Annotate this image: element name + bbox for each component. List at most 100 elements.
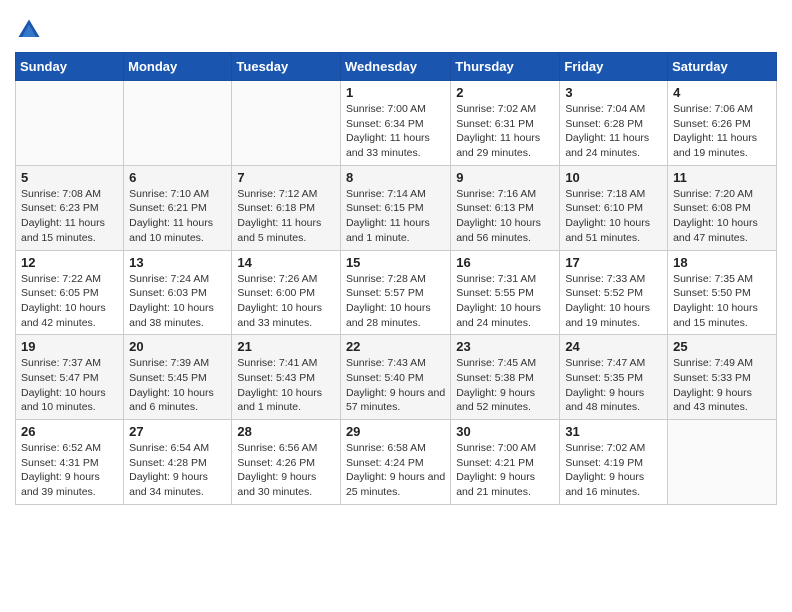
day-number: 30 <box>456 424 554 439</box>
day-number: 22 <box>346 339 445 354</box>
day-number: 8 <box>346 170 445 185</box>
day-info: Sunrise: 7:22 AM Sunset: 6:05 PM Dayligh… <box>21 272 118 331</box>
calendar-cell: 6 Sunrise: 7:10 AM Sunset: 6:21 PM Daylig… <box>124 165 232 250</box>
day-info: Sunrise: 7:28 AM Sunset: 5:57 PM Dayligh… <box>346 272 445 331</box>
logo-icon <box>15 16 43 44</box>
week-row-1: 1 Sunrise: 7:00 AM Sunset: 6:34 PM Daylig… <box>16 81 777 166</box>
day-info: Sunrise: 7:00 AM Sunset: 6:34 PM Dayligh… <box>346 102 445 161</box>
calendar-cell <box>16 81 124 166</box>
day-number: 6 <box>129 170 226 185</box>
day-info: Sunrise: 7:10 AM Sunset: 6:21 PM Dayligh… <box>129 187 226 246</box>
day-number: 17 <box>565 255 662 270</box>
calendar-cell: 25Sunrise: 7:49 AM Sunset: 5:33 PM Dayli… <box>668 335 777 420</box>
calendar-cell: 28Sunrise: 6:56 AM Sunset: 4:26 PM Dayli… <box>232 420 341 505</box>
day-info: Sunrise: 7:16 AM Sunset: 6:13 PM Dayligh… <box>456 187 554 246</box>
day-info: Sunrise: 7:00 AM Sunset: 4:21 PM Dayligh… <box>456 441 554 500</box>
calendar-cell: 27Sunrise: 6:54 AM Sunset: 4:28 PM Dayli… <box>124 420 232 505</box>
day-number: 14 <box>237 255 335 270</box>
day-number: 11 <box>673 170 771 185</box>
calendar-cell <box>124 81 232 166</box>
day-header-saturday: Saturday <box>668 53 777 81</box>
calendar-cell: 10 Sunrise: 7:18 AM Sunset: 6:10 PM Dayli… <box>560 165 668 250</box>
calendar-cell: 1 Sunrise: 7:00 AM Sunset: 6:34 PM Daylig… <box>340 81 450 166</box>
day-number: 26 <box>21 424 118 439</box>
day-number: 1 <box>346 85 445 100</box>
calendar-cell: 15 Sunrise: 7:28 AM Sunset: 5:57 PM Dayli… <box>340 250 450 335</box>
day-info: Sunrise: 7:45 AM Sunset: 5:38 PM Dayligh… <box>456 356 554 415</box>
day-number: 24 <box>565 339 662 354</box>
calendar-cell: 5 Sunrise: 7:08 AM Sunset: 6:23 PM Daylig… <box>16 165 124 250</box>
calendar-cell: 22 Sunrise: 7:43 AM Sunset: 5:40 PM Dayli… <box>340 335 450 420</box>
day-number: 12 <box>21 255 118 270</box>
day-number: 3 <box>565 85 662 100</box>
week-row-3: 12 Sunrise: 7:22 AM Sunset: 6:05 PM Dayli… <box>16 250 777 335</box>
calendar-cell: 30 Sunrise: 7:00 AM Sunset: 4:21 PM Dayli… <box>451 420 560 505</box>
day-info: Sunrise: 6:58 AM Sunset: 4:24 PM Dayligh… <box>346 441 445 500</box>
day-info: Sunrise: 7:35 AM Sunset: 5:50 PM Dayligh… <box>673 272 771 331</box>
calendar-cell: 13 Sunrise: 7:24 AM Sunset: 6:03 PM Dayli… <box>124 250 232 335</box>
calendar-cell: 8 Sunrise: 7:14 AM Sunset: 6:15 PM Daylig… <box>340 165 450 250</box>
calendar-cell: 18 Sunrise: 7:35 AM Sunset: 5:50 PM Dayli… <box>668 250 777 335</box>
week-row-4: 19Sunrise: 7:37 AM Sunset: 5:47 PM Dayli… <box>16 335 777 420</box>
day-info: Sunrise: 7:12 AM Sunset: 6:18 PM Dayligh… <box>237 187 335 246</box>
day-number: 10 <box>565 170 662 185</box>
day-number: 31 <box>565 424 662 439</box>
week-row-5: 26Sunrise: 6:52 AM Sunset: 4:31 PM Dayli… <box>16 420 777 505</box>
day-info: Sunrise: 6:56 AM Sunset: 4:26 PM Dayligh… <box>237 441 335 500</box>
calendar-cell: 24 Sunrise: 7:47 AM Sunset: 5:35 PM Dayli… <box>560 335 668 420</box>
day-info: Sunrise: 7:02 AM Sunset: 6:31 PM Dayligh… <box>456 102 554 161</box>
day-info: Sunrise: 7:24 AM Sunset: 6:03 PM Dayligh… <box>129 272 226 331</box>
day-header-tuesday: Tuesday <box>232 53 341 81</box>
day-number: 29 <box>346 424 445 439</box>
day-info: Sunrise: 7:41 AM Sunset: 5:43 PM Dayligh… <box>237 356 335 415</box>
day-info: Sunrise: 7:18 AM Sunset: 6:10 PM Dayligh… <box>565 187 662 246</box>
day-info: Sunrise: 7:33 AM Sunset: 5:52 PM Dayligh… <box>565 272 662 331</box>
day-info: Sunrise: 7:04 AM Sunset: 6:28 PM Dayligh… <box>565 102 662 161</box>
day-number: 23 <box>456 339 554 354</box>
day-number: 18 <box>673 255 771 270</box>
calendar-cell: 7Sunrise: 7:12 AM Sunset: 6:18 PM Daylig… <box>232 165 341 250</box>
day-info: Sunrise: 7:08 AM Sunset: 6:23 PM Dayligh… <box>21 187 118 246</box>
day-info: Sunrise: 7:06 AM Sunset: 6:26 PM Dayligh… <box>673 102 771 161</box>
day-info: Sunrise: 7:14 AM Sunset: 6:15 PM Dayligh… <box>346 187 445 246</box>
calendar-cell <box>668 420 777 505</box>
day-info: Sunrise: 7:39 AM Sunset: 5:45 PM Dayligh… <box>129 356 226 415</box>
day-info: Sunrise: 7:31 AM Sunset: 5:55 PM Dayligh… <box>456 272 554 331</box>
calendar-cell <box>232 81 341 166</box>
day-number: 19 <box>21 339 118 354</box>
day-info: Sunrise: 7:49 AM Sunset: 5:33 PM Dayligh… <box>673 356 771 415</box>
calendar-cell: 14 Sunrise: 7:26 AM Sunset: 6:00 PM Dayli… <box>232 250 341 335</box>
day-info: Sunrise: 7:02 AM Sunset: 4:19 PM Dayligh… <box>565 441 662 500</box>
day-header-thursday: Thursday <box>451 53 560 81</box>
calendar-cell: 17 Sunrise: 7:33 AM Sunset: 5:52 PM Dayli… <box>560 250 668 335</box>
calendar-cell: 16Sunrise: 7:31 AM Sunset: 5:55 PM Dayli… <box>451 250 560 335</box>
logo <box>15 16 45 44</box>
header <box>15 10 777 44</box>
day-info: Sunrise: 6:54 AM Sunset: 4:28 PM Dayligh… <box>129 441 226 500</box>
day-number: 13 <box>129 255 226 270</box>
page: SundayMondayTuesdayWednesdayThursdayFrid… <box>0 0 792 612</box>
days-header-row: SundayMondayTuesdayWednesdayThursdayFrid… <box>16 53 777 81</box>
day-info: Sunrise: 7:47 AM Sunset: 5:35 PM Dayligh… <box>565 356 662 415</box>
day-number: 9 <box>456 170 554 185</box>
calendar-cell: 21 Sunrise: 7:41 AM Sunset: 5:43 PM Dayli… <box>232 335 341 420</box>
calendar-cell: 23 Sunrise: 7:45 AM Sunset: 5:38 PM Dayli… <box>451 335 560 420</box>
calendar-cell: 11Sunrise: 7:20 AM Sunset: 6:08 PM Dayli… <box>668 165 777 250</box>
day-number: 5 <box>21 170 118 185</box>
day-number: 21 <box>237 339 335 354</box>
day-header-monday: Monday <box>124 53 232 81</box>
calendar-cell: 31 Sunrise: 7:02 AM Sunset: 4:19 PM Dayli… <box>560 420 668 505</box>
day-header-friday: Friday <box>560 53 668 81</box>
calendar-cell: 4 Sunrise: 7:06 AM Sunset: 6:26 PM Daylig… <box>668 81 777 166</box>
day-info: Sunrise: 7:43 AM Sunset: 5:40 PM Dayligh… <box>346 356 445 415</box>
calendar: SundayMondayTuesdayWednesdayThursdayFrid… <box>15 52 777 505</box>
calendar-cell: 9 Sunrise: 7:16 AM Sunset: 6:13 PM Daylig… <box>451 165 560 250</box>
calendar-cell: 19Sunrise: 7:37 AM Sunset: 5:47 PM Dayli… <box>16 335 124 420</box>
day-info: Sunrise: 7:26 AM Sunset: 6:00 PM Dayligh… <box>237 272 335 331</box>
day-number: 15 <box>346 255 445 270</box>
calendar-cell: 2 Sunrise: 7:02 AM Sunset: 6:31 PM Daylig… <box>451 81 560 166</box>
day-number: 4 <box>673 85 771 100</box>
day-number: 20 <box>129 339 226 354</box>
calendar-cell: 29 Sunrise: 6:58 AM Sunset: 4:24 PM Dayli… <box>340 420 450 505</box>
day-number: 2 <box>456 85 554 100</box>
